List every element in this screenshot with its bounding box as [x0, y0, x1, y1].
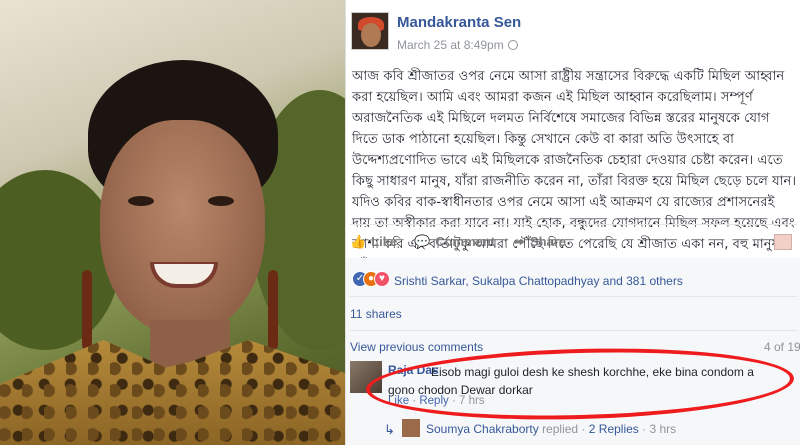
eye — [208, 196, 234, 206]
comment-label: Comment — [435, 234, 496, 249]
globe-icon — [507, 40, 518, 50]
reply-summary-text[interactable]: Soumya Chakraborty replied · 2 Replies ·… — [426, 422, 676, 436]
like-label: Like — [371, 234, 398, 249]
shares-count[interactable]: 11 shares — [350, 307, 402, 321]
replier-name[interactable]: Soumya Chakraborty — [426, 422, 539, 436]
share-icon: ➦ — [514, 234, 525, 249]
reaction-names[interactable]: Srishti Sarkar, Sukalpa Chattopadhyay an… — [394, 274, 683, 288]
earring — [268, 270, 278, 350]
comment-icon: 💬 — [414, 234, 431, 249]
replied-word: replied — [542, 422, 579, 436]
separator-dot: · — [642, 422, 650, 436]
thumbs-up-icon: 👍 — [350, 234, 367, 249]
author-name[interactable]: Mandakranta Sen — [397, 14, 521, 31]
divider — [350, 296, 797, 297]
like-button[interactable]: 👍 Like — [350, 234, 397, 250]
share-button[interactable]: ➦ Share — [514, 234, 566, 250]
face — [100, 120, 265, 335]
reply-arrow-icon: ↳ — [384, 422, 395, 437]
viewer-avatar[interactable] — [774, 234, 792, 250]
post-timestamp[interactable]: March 25 at 8:49pm — [397, 38, 518, 52]
post-header: Mandakranta Sen March 25 at 8:49pm — [346, 0, 800, 62]
timestamp-text[interactable]: March 25 at 8:49pm — [397, 38, 504, 52]
view-previous-comments[interactable]: View previous comments — [350, 340, 483, 354]
love-icon: ♥ — [374, 271, 390, 287]
reply-time: 3 hrs — [649, 422, 677, 436]
earring — [82, 270, 92, 350]
share-label: Share — [529, 234, 567, 249]
author-avatar[interactable] — [351, 12, 389, 50]
replier-avatar — [402, 419, 420, 437]
comment-button[interactable]: 💬 Comment — [414, 234, 495, 250]
profile-photo — [0, 0, 345, 445]
divider — [350, 330, 797, 331]
post-actions: 👍 Like 💬 Comment ➦ Share — [346, 228, 800, 258]
eye — [128, 196, 154, 206]
avatar-face — [361, 23, 381, 47]
reply-count[interactable]: 2 Replies — [589, 422, 639, 436]
divider — [350, 224, 797, 225]
comment-counter: 4 of 19 — [764, 340, 800, 354]
separator-dot: · — [581, 422, 589, 436]
